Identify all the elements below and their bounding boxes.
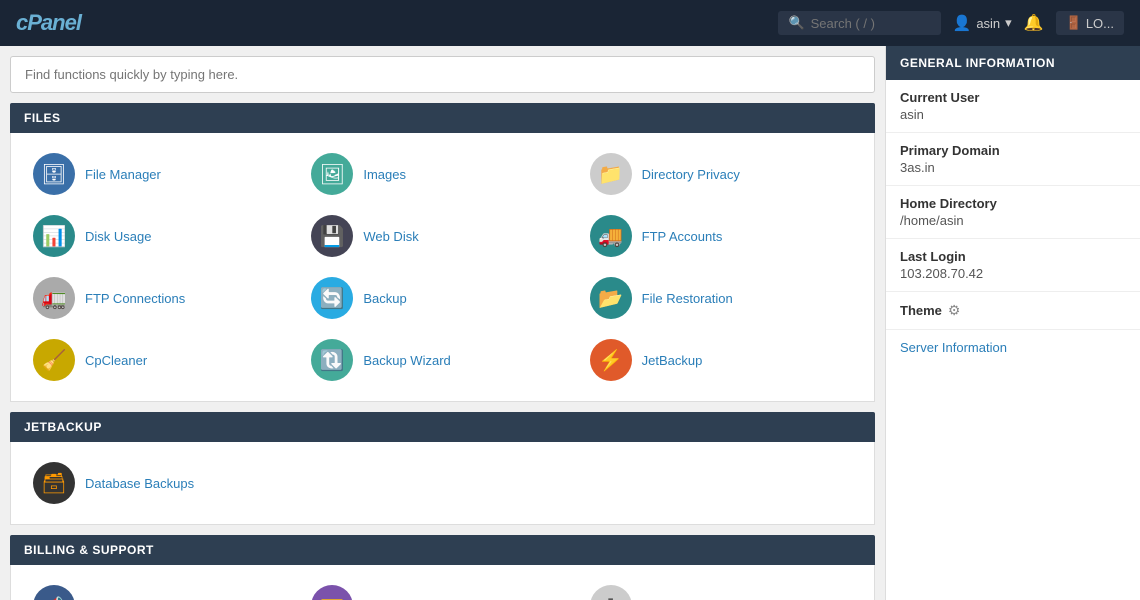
icon-grid-files: 🗄 File Manager 🖼 Images 📁 Directory Privacy 📊 D… bbox=[25, 147, 860, 387]
item-label[interactable]: Database Backups bbox=[85, 476, 194, 491]
item-label[interactable]: Images bbox=[363, 167, 406, 182]
icon-item[interactable]: 🖼 Images bbox=[303, 147, 581, 201]
item-label[interactable]: File Manager bbox=[85, 167, 161, 182]
section-billing: BILLING & SUPPORT 📣News & Announcements💳M… bbox=[10, 535, 875, 600]
item-icon: 🔃 bbox=[311, 339, 353, 381]
icon-item[interactable]: 💾 Web Disk bbox=[303, 209, 581, 263]
item-icon: 🧹 bbox=[33, 339, 75, 381]
theme-row: Theme ⚙ bbox=[886, 292, 1140, 330]
section-jetbackup: JETBACKUP 🗃 Database Backups bbox=[10, 412, 875, 525]
item-label[interactable]: FTP Accounts bbox=[642, 229, 723, 244]
theme-gear-icon[interactable]: ⚙ bbox=[948, 302, 961, 319]
sidebar: GENERAL INFORMATION Current User asin Prim… bbox=[885, 46, 1140, 600]
info-row: Home Directory/home/asin bbox=[886, 186, 1140, 239]
icon-item[interactable]: 🚚 FTP Accounts bbox=[582, 209, 860, 263]
icon-item[interactable]: 📣News & Announcements bbox=[25, 579, 303, 600]
theme-label: Theme bbox=[900, 303, 942, 318]
logout-icon: 🚪 bbox=[1066, 15, 1082, 31]
layout: FILES 🗄 File Manager 🖼 Images 📁 Directory Priv… bbox=[0, 46, 1140, 600]
item-icon: 🚚 bbox=[590, 215, 632, 257]
info-label: Current User bbox=[900, 90, 1126, 105]
section-body-jetbackup: 🗃 Database Backups bbox=[10, 442, 875, 525]
user-menu[interactable]: 👤 asin ▾ bbox=[953, 14, 1012, 32]
item-label[interactable]: Directory Privacy bbox=[642, 167, 740, 182]
info-value: /home/asin bbox=[900, 213, 1126, 228]
section-header-billing: BILLING & SUPPORT bbox=[10, 535, 875, 565]
logout-button[interactable]: 🚪 LO... bbox=[1056, 11, 1124, 35]
icon-item[interactable]: 📊 Disk Usage bbox=[25, 209, 303, 263]
icon-item[interactable]: 🗄 File Manager bbox=[25, 147, 303, 201]
search-box[interactable]: 🔍 bbox=[778, 11, 940, 35]
sections-container: FILES 🗄 File Manager 🖼 Images 📁 Directory Priv… bbox=[10, 103, 875, 600]
bell-icon[interactable]: 🔔 bbox=[1024, 13, 1044, 33]
info-value: 3as.in bbox=[900, 160, 1126, 175]
section-header-jetbackup: JETBACKUP bbox=[10, 412, 875, 442]
item-icon: 📣 bbox=[33, 585, 75, 600]
item-label[interactable]: CpCleaner bbox=[85, 353, 147, 368]
info-label: Last Login bbox=[900, 249, 1126, 264]
sidebar-header: GENERAL INFORMATION bbox=[886, 46, 1140, 80]
item-label[interactable]: Backup Wizard bbox=[363, 353, 450, 368]
section-body-billing: 📣News & Announcements💳Manage Billing Inf… bbox=[10, 565, 875, 600]
section-header-files: FILES bbox=[10, 103, 875, 133]
item-icon: 🗃 bbox=[33, 462, 75, 504]
icon-item[interactable]: 🔄 Backup bbox=[303, 271, 581, 325]
icon-item[interactable]: 📂 File Restoration bbox=[582, 271, 860, 325]
info-value: asin bbox=[900, 107, 1126, 122]
topnav-right: 🔍 👤 asin ▾ 🔔 🚪 LO... bbox=[778, 11, 1124, 35]
section-files: FILES 🗄 File Manager 🖼 Images 📁 Directory Priv… bbox=[10, 103, 875, 402]
item-icon: ⬇ bbox=[590, 585, 632, 600]
item-icon: 📁 bbox=[590, 153, 632, 195]
logo-c: c bbox=[16, 10, 27, 35]
item-icon: 📂 bbox=[590, 277, 632, 319]
info-row: Current User asin bbox=[886, 80, 1140, 133]
icon-item[interactable]: 🔃 Backup Wizard bbox=[303, 333, 581, 387]
info-label: Primary Domain bbox=[900, 143, 1126, 158]
topnav: cPanel 🔍 👤 asin ▾ 🔔 🚪 LO... bbox=[0, 0, 1140, 46]
info-value: 103.208.70.42 bbox=[900, 266, 1126, 281]
search-icon: 🔍 bbox=[788, 15, 804, 31]
item-icon: ⚡ bbox=[590, 339, 632, 381]
function-search-input[interactable] bbox=[10, 56, 875, 93]
icon-item[interactable]: 🗃 Database Backups bbox=[25, 456, 303, 510]
item-icon: 🔄 bbox=[311, 277, 353, 319]
info-label: Home Directory bbox=[900, 196, 1126, 211]
icon-grid-jetbackup: 🗃 Database Backups bbox=[25, 456, 860, 510]
item-label[interactable]: File Restoration bbox=[642, 291, 733, 306]
item-label[interactable]: Disk Usage bbox=[85, 229, 151, 244]
item-icon: 💳 bbox=[311, 585, 353, 600]
user-dropdown-icon: ▾ bbox=[1005, 15, 1012, 31]
icon-item[interactable]: 💳Manage Billing Information bbox=[303, 579, 581, 600]
info-row: Last Login 103.208.70.42 bbox=[886, 239, 1140, 292]
icon-item[interactable]: 🚛 FTP Connections bbox=[25, 271, 303, 325]
item-icon: 💾 bbox=[311, 215, 353, 257]
item-icon: 🖼 bbox=[311, 153, 353, 195]
username: asin bbox=[976, 16, 1000, 31]
logo: cPanel bbox=[16, 10, 81, 36]
info-row: Primary Domain 3as.in bbox=[886, 133, 1140, 186]
main-content: FILES 🗄 File Manager 🖼 Images 📁 Directory Priv… bbox=[0, 46, 885, 600]
icon-grid-billing: 📣News & Announcements💳Manage Billing Inf… bbox=[25, 579, 860, 600]
section-body-files: 🗄 File Manager 🖼 Images 📁 Directory Privacy 📊 D… bbox=[10, 133, 875, 402]
item-icon: 📊 bbox=[33, 215, 75, 257]
icon-item[interactable]: 📁 Directory Privacy bbox=[582, 147, 860, 201]
icon-item[interactable]: 🧹 CpCleaner bbox=[25, 333, 303, 387]
item-label[interactable]: Web Disk bbox=[363, 229, 418, 244]
item-label[interactable]: Backup bbox=[363, 291, 406, 306]
user-icon: 👤 bbox=[953, 14, 972, 32]
sidebar-info-rows: Current User asin Primary Domain 3as.in Home… bbox=[886, 80, 1140, 292]
item-icon: 🗄 bbox=[33, 153, 75, 195]
icon-item[interactable]: ⬇Download Resources bbox=[582, 579, 860, 600]
item-label[interactable]: JetBackup bbox=[642, 353, 703, 368]
item-icon: 🚛 bbox=[33, 277, 75, 319]
icon-item[interactable]: ⚡ JetBackup bbox=[582, 333, 860, 387]
server-info-link[interactable]: Server Information bbox=[886, 330, 1140, 365]
search-input[interactable] bbox=[811, 16, 931, 31]
item-label[interactable]: FTP Connections bbox=[85, 291, 185, 306]
